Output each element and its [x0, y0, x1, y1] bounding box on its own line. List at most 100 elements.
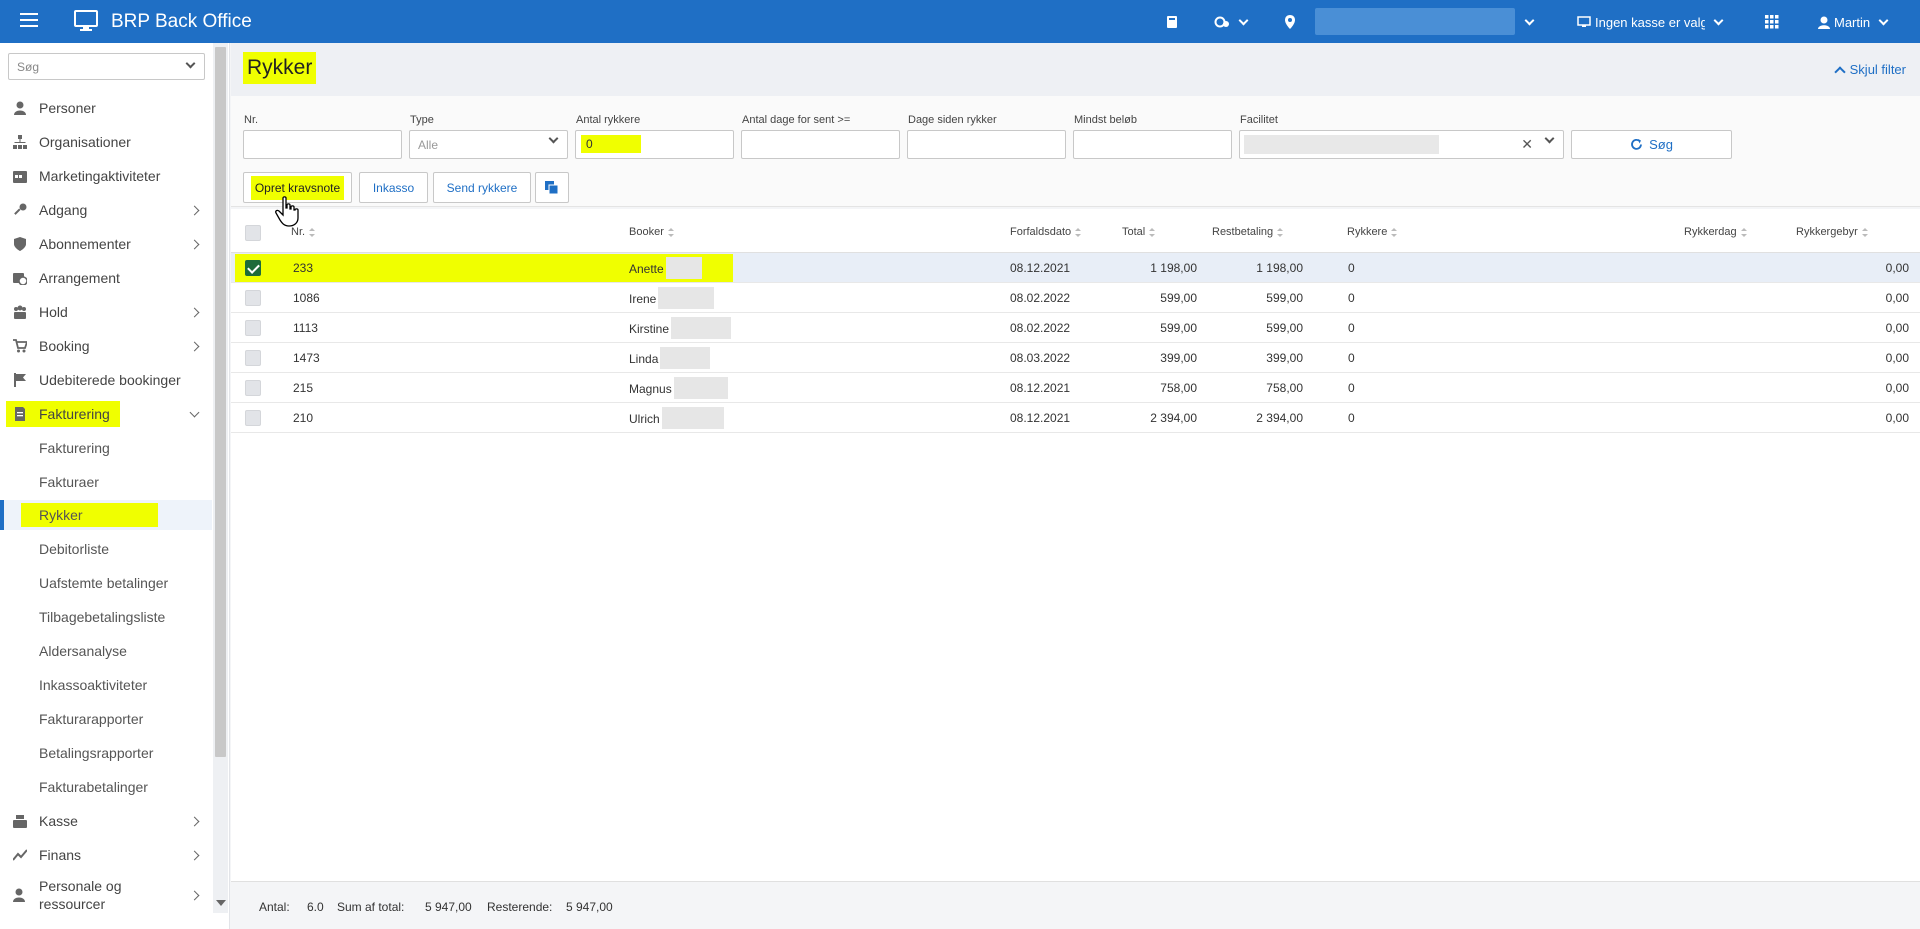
row-checkbox[interactable] — [245, 290, 261, 306]
group-icon — [14, 305, 26, 319]
row-rykkergebyr: 0,00 — [1885, 291, 1909, 305]
chevron-down-icon — [189, 407, 200, 417]
row-checkbox[interactable] — [245, 260, 261, 276]
sidebar-item-marketingaktiviteter[interactable]: Marketingaktiviteter — [0, 161, 212, 191]
cash-register-dropdown[interactable]: Ingen kasse er valgt — [1577, 11, 1724, 33]
redacted-surname — [673, 377, 728, 399]
row-nr[interactable]: 210 — [293, 411, 313, 425]
monitor-icon — [74, 10, 98, 31]
sort-icon — [1149, 227, 1156, 237]
row-nr[interactable]: 215 — [293, 381, 313, 395]
dage-sent-input[interactable] — [741, 130, 900, 159]
sort-icon — [1861, 227, 1868, 237]
sidebar-item-personale[interactable]: Personale og ressourcer — [0, 873, 212, 917]
table-row[interactable]: 215 Magnus 08.12.2021 758,00 758,00 0 0,00 — [231, 373, 1920, 403]
table-row[interactable]: 1086 Irene 08.02.2022 599,00 599,00 0 0,00 — [231, 283, 1920, 313]
scroll-down-icon[interactable] — [216, 900, 226, 906]
sidebar-item-organisationer[interactable]: Organisationer — [0, 127, 212, 157]
sidebar-item-udebiterede-bookinger[interactable]: Udebiterede bookinger — [0, 365, 212, 395]
table-row[interactable]: 1113 Kirstine 08.02.2022 599,00 599,00 0 0,00 — [231, 313, 1920, 343]
col-booker[interactable]: Booker — [629, 226, 674, 238]
clear-icon[interactable]: ✕ — [1521, 136, 1533, 153]
menu-icon[interactable] — [20, 13, 38, 29]
sidebar-subitem-tilbagebetalingsliste[interactable]: Tilbagebetalingsliste — [0, 602, 212, 632]
search-button[interactable]: Søg — [1571, 130, 1732, 159]
row-booker: Linda — [629, 347, 711, 369]
sidebar-item-booking[interactable]: Booking — [0, 331, 212, 361]
row-forfaldsdato: 08.03.2022 — [1010, 351, 1071, 365]
send-rykkere-button[interactable]: Send rykkere — [433, 172, 531, 203]
row-rykkere: 0 — [1348, 351, 1355, 365]
row-nr[interactable]: 1113 — [293, 321, 318, 335]
row-nr[interactable]: 233 — [293, 261, 313, 275]
table-row[interactable]: 1473 Linda 08.03.2022 399,00 399,00 0 0,00 — [231, 343, 1920, 373]
footer-antal-label: Antal: — [259, 900, 290, 914]
settings-location-dropdown[interactable] — [1214, 11, 1249, 33]
user-menu[interactable]: Martin — [1818, 11, 1889, 33]
chevron-right-icon — [189, 307, 200, 317]
book-icon[interactable] — [1166, 11, 1178, 33]
chevron-right-icon — [189, 205, 200, 215]
col-forfaldsdato[interactable]: Forfaldsdato — [1010, 226, 1082, 238]
apps-grid-icon[interactable] — [1765, 11, 1779, 33]
sidebar-item-adgang[interactable]: Adgang — [0, 195, 212, 225]
sidebar-item-personer[interactable]: Personer — [0, 93, 212, 123]
invoice-icon — [15, 407, 25, 421]
row-nr[interactable]: 1086 — [293, 291, 320, 305]
location-chevron-icon[interactable] — [1524, 11, 1535, 33]
col-rykkerdag[interactable]: Rykkerdag — [1684, 226, 1747, 238]
sidebar-subitem-aldersanalyse[interactable]: Aldersanalyse — [0, 636, 212, 666]
footer-antal-value: 6.0 — [307, 900, 324, 914]
sidebar-item-finans[interactable]: Finans — [0, 840, 212, 870]
sidebar-item-kasse[interactable]: Kasse — [0, 806, 212, 836]
row-checkbox[interactable] — [245, 410, 261, 426]
facilitet-select[interactable]: ✕ — [1239, 130, 1564, 159]
table-row[interactable]: 210 Ulrich 08.12.2021 2 394,00 2 394,00 0 0,00 — [231, 403, 1920, 433]
sidebar-item-fakturering[interactable]: Fakturering — [0, 399, 212, 429]
row-checkbox[interactable] — [245, 320, 261, 336]
antal-rykkere-input[interactable]: 0 — [575, 130, 734, 159]
antal-rykkere-label: Antal rykkere — [576, 114, 641, 126]
sidebar-subitem-fakturaer[interactable]: Fakturaer — [0, 467, 212, 497]
location-pin-icon[interactable] — [1285, 11, 1295, 33]
row-rykkergebyr: 0,00 — [1885, 381, 1909, 395]
sidebar-item-abonnementer[interactable]: Abonnementer — [0, 229, 212, 259]
sidebar-search[interactable]: Søg — [8, 53, 205, 80]
sidebar-item-arrangement[interactable]: Arrangement — [0, 263, 212, 293]
nr-label: Nr. — [244, 114, 259, 126]
sidebar-subitem-fakturarapporter[interactable]: Fakturarapporter — [0, 704, 212, 734]
top-bar: BRP Back Office Ingen kasse er valgt Mar… — [0, 0, 1920, 43]
row-checkbox[interactable] — [245, 350, 261, 366]
copy-button[interactable] — [535, 172, 569, 203]
sidebar-subitem-debitorliste[interactable]: Debitorliste — [0, 534, 212, 564]
sidebar-item-hold[interactable]: Hold — [0, 297, 212, 327]
dage-siden-input[interactable] — [907, 130, 1066, 159]
facilitet-label: Facilitet — [1240, 114, 1278, 126]
inkasso-button[interactable]: Inkasso — [359, 172, 428, 203]
sidebar-subitem-uafstemte-betalinger[interactable]: Uafstemte betalinger — [0, 568, 212, 598]
sidebar-scrollbar-thumb[interactable] — [215, 47, 226, 757]
location-select[interactable] — [1315, 8, 1515, 35]
sidebar-subitem-inkassoaktiviteter[interactable]: Inkassoaktiviteter — [0, 670, 212, 700]
row-checkbox[interactable] — [245, 380, 261, 396]
col-rykkergebyr[interactable]: Rykkergebyr — [1796, 226, 1868, 238]
sidebar-subitem-rykker[interactable]: Rykker — [0, 500, 212, 530]
select-all-checkbox[interactable] — [245, 225, 261, 241]
mindst-input[interactable] — [1073, 130, 1232, 159]
col-total[interactable]: Total — [1122, 226, 1156, 238]
sort-icon — [1277, 227, 1284, 237]
row-total: 1 198,00 — [1150, 261, 1197, 275]
sidebar-subitem-fakturering[interactable]: Fakturering — [0, 433, 212, 463]
col-rykkere[interactable]: Rykkere — [1347, 226, 1398, 238]
row-nr[interactable]: 1473 — [293, 351, 320, 365]
row-rykkergebyr: 0,00 — [1885, 351, 1909, 365]
row-restbetaling: 1 198,00 — [1256, 261, 1303, 275]
type-select[interactable]: Alle — [409, 130, 568, 159]
sidebar-subitem-betalingsrapporter[interactable]: Betalingsrapporter — [0, 738, 212, 768]
nr-input[interactable] — [243, 130, 402, 159]
sidebar-subitem-fakturabetalinger[interactable]: Fakturabetalinger — [0, 772, 212, 802]
col-restbetaling[interactable]: Restbetaling — [1212, 226, 1284, 238]
chevron-down-icon — [548, 133, 559, 144]
table-row[interactable]: 233 Anette 08.12.2021 1 198,00 1 198,00 0 0,00 — [231, 253, 1920, 283]
hide-filter-button[interactable]: Skjul filter — [1833, 62, 1906, 78]
